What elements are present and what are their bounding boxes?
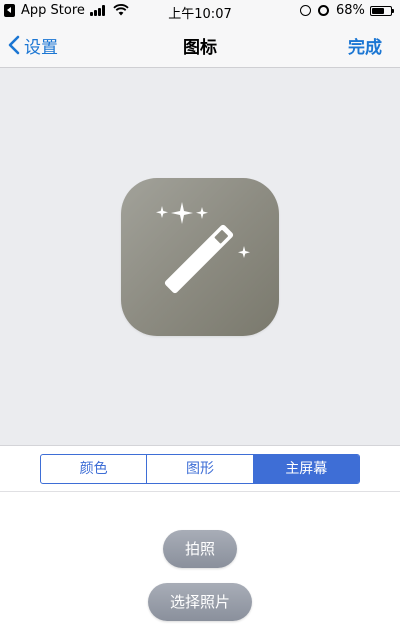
icon-style-segmented-control: 颜色 图形 主屏幕	[40, 454, 360, 484]
navigation-bar: 设置 图标 完成	[0, 22, 400, 68]
alarm-icon	[318, 5, 329, 16]
icon-preview-area	[0, 68, 400, 446]
choose-photo-button[interactable]: 选择照片	[148, 583, 252, 621]
back-button-label: 设置	[24, 37, 58, 58]
segment-area: 颜色 图形 主屏幕	[0, 446, 400, 492]
app-icon-preview	[121, 178, 279, 336]
page-title: 图标	[183, 38, 217, 58]
done-button[interactable]: 完成	[348, 33, 382, 58]
segment-color[interactable]: 颜色	[41, 455, 146, 483]
segment-shape[interactable]: 图形	[146, 455, 252, 483]
back-button[interactable]: 设置	[8, 32, 58, 58]
magic-wand-icon	[156, 202, 250, 294]
take-photo-button[interactable]: 拍照	[163, 530, 237, 568]
status-bar: App Store 上午10:07 68%	[0, 0, 400, 22]
segment-home-screen[interactable]: 主屏幕	[252, 455, 359, 483]
chevron-left-icon	[8, 35, 20, 55]
orientation-lock-icon	[300, 5, 311, 16]
battery-icon	[370, 6, 394, 16]
battery-percent: 68%	[336, 3, 365, 18]
